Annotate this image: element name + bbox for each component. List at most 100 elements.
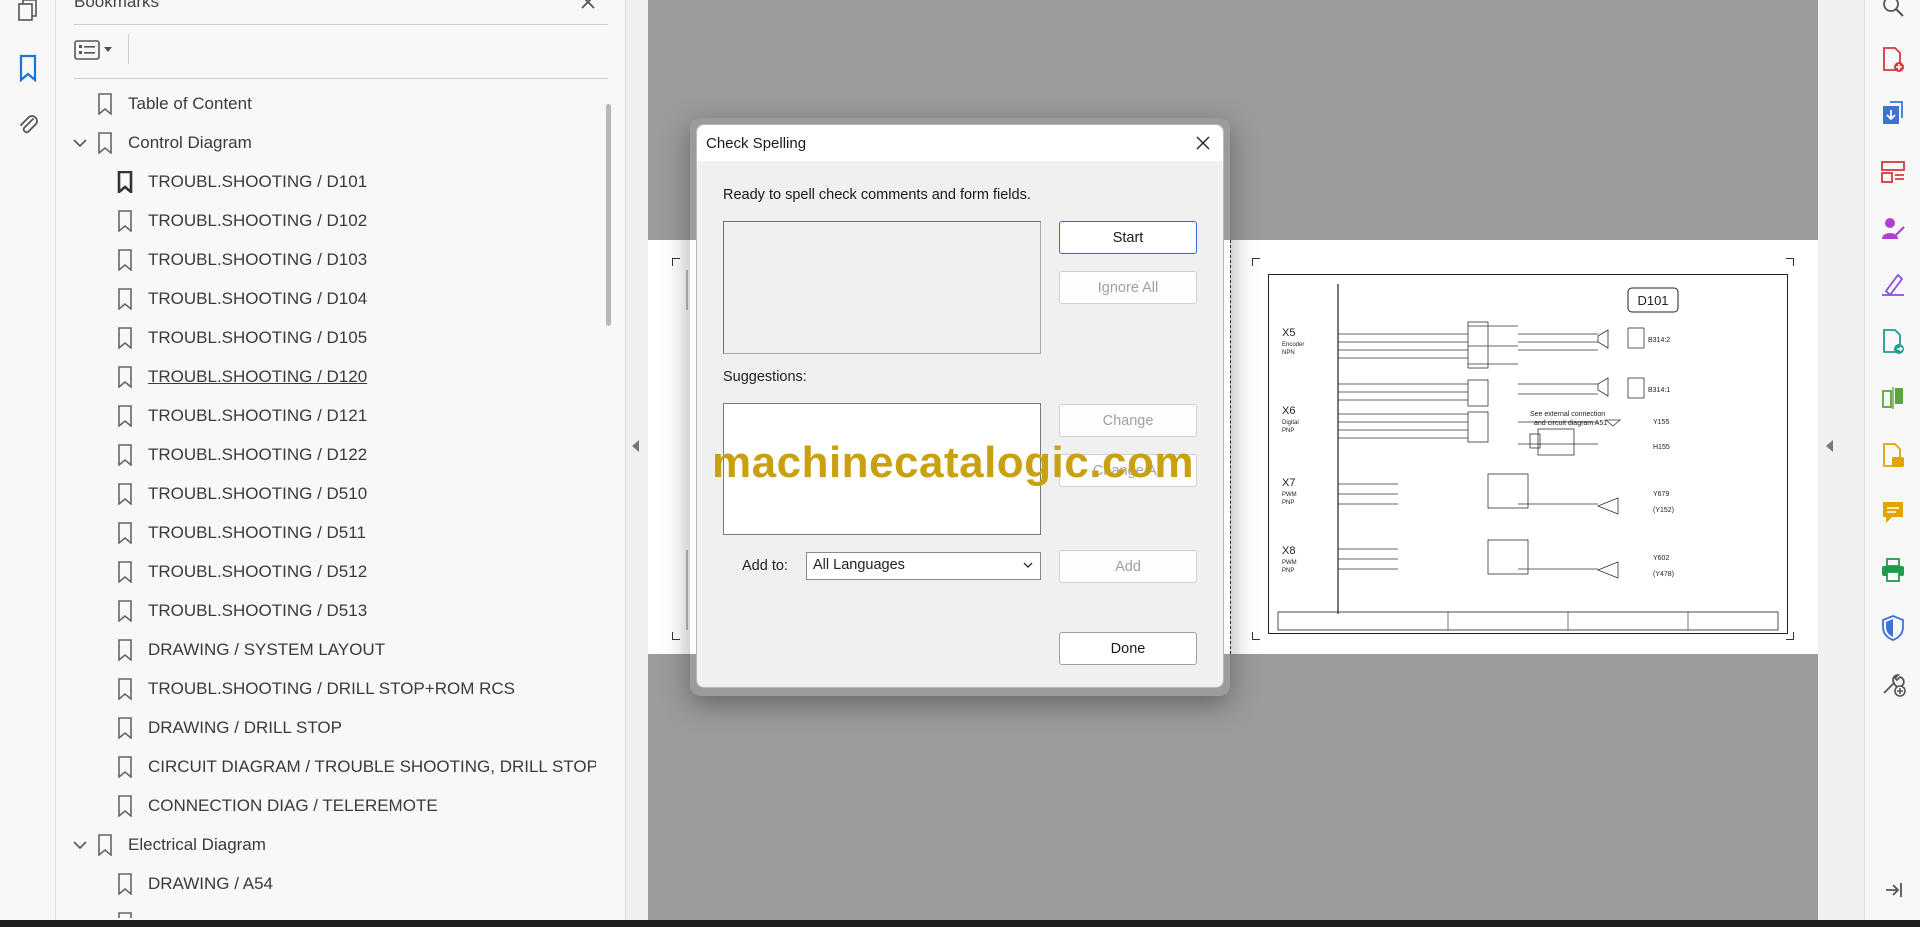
bookmark-label: DRAWING / A54 xyxy=(148,873,274,893)
bookmark-label: CIRCUIT DIAGRAM / TROUBLE SHOOTING, DRIL… xyxy=(148,756,596,776)
bookmark-icon xyxy=(116,365,134,388)
taskbar-strip xyxy=(0,920,1920,927)
language-select[interactable]: All Languages xyxy=(806,552,1041,580)
crop-mark xyxy=(672,258,680,266)
section-type: PWM xyxy=(1282,492,1297,498)
collapse-tools-icon[interactable] xyxy=(1877,874,1909,906)
collapse-left-panel-button[interactable] xyxy=(626,0,648,920)
bookmark-item[interactable]: TROUBL.SHOOTING / D512 xyxy=(116,552,367,591)
add-button[interactable]: Add xyxy=(1059,550,1197,583)
create-pdf-icon[interactable] xyxy=(1877,44,1909,76)
bookmark-item[interactable]: Table of Content xyxy=(96,84,252,123)
bookmark-item[interactable]: Control Diagram xyxy=(70,123,252,162)
bookmark-item[interactable]: TROUBL.SHOOTING / DRILL STOP+ROM RCS xyxy=(116,669,515,708)
bookmark-options-button[interactable] xyxy=(74,36,118,64)
section-type: PNP xyxy=(1282,500,1294,506)
collapse-right-panel-button[interactable] xyxy=(1818,0,1840,920)
section-id: X7 xyxy=(1282,477,1295,489)
bookmark-label: TROUBL.SHOOTING / DRILL STOP+ROM RCS xyxy=(148,678,515,698)
bookmark-item[interactable]: TROUBL.SHOOTING / D102 xyxy=(116,201,367,240)
fill-sign-icon[interactable] xyxy=(1877,268,1909,300)
bookmark-item[interactable]: CONNECTION DIAG / TELEREMOTE xyxy=(116,786,438,825)
bookmark-icon xyxy=(116,326,134,349)
diagram-note: See external connection xyxy=(1530,411,1605,418)
bookmark-item[interactable]: TROUBL.SHOOTING / D513 xyxy=(116,591,367,630)
suggestions-label: Suggestions: xyxy=(723,369,807,385)
bookmark-label: DRAWING / SYSTEM LAYOUT xyxy=(148,639,386,659)
bookmark-icon xyxy=(116,677,134,700)
add-to-label: Add to: xyxy=(742,558,788,574)
component-label: Y155 xyxy=(1653,419,1669,426)
start-button[interactable]: Start xyxy=(1059,221,1197,254)
panel-divider xyxy=(74,78,608,79)
bookmark-item[interactable]: DRAWING / DRILL STOP xyxy=(116,708,342,747)
bookmarks-scrollbar[interactable] xyxy=(606,104,611,326)
bookmark-item[interactable]: TROUBL.SHOOTING / D121 xyxy=(116,396,367,435)
protect-icon[interactable] xyxy=(1877,612,1909,644)
close-icon[interactable] xyxy=(1191,131,1215,155)
bookmark-item[interactable]: TROUBL.SHOOTING / D101 xyxy=(116,162,367,201)
dialog-message: Ready to spell check comments and form f… xyxy=(723,187,1031,203)
bookmark-item[interactable]: TROUBL.SHOOTING / D511 xyxy=(116,513,366,552)
left-navigation-rail xyxy=(0,0,56,920)
ignore-all-button[interactable]: Ignore All xyxy=(1059,271,1197,304)
organize-pages-icon[interactable] xyxy=(1877,156,1909,188)
chevron-down-icon[interactable] xyxy=(70,835,90,855)
bookmark-item[interactable]: TROUBL.SHOOTING / D120 xyxy=(116,357,367,396)
zoom-icon[interactable] xyxy=(1877,0,1909,22)
compare-files-icon[interactable] xyxy=(1877,382,1909,414)
bookmark-item[interactable]: TROUBL.SHOOTING / D104 xyxy=(116,279,367,318)
component-label: H155 xyxy=(1653,444,1670,451)
crop-mark xyxy=(1252,258,1260,266)
page-label: D101 xyxy=(1637,293,1668,308)
comment-icon[interactable] xyxy=(1877,496,1909,528)
component-label: Y602 xyxy=(1653,555,1669,562)
dialog-title: Check Spelling xyxy=(706,135,807,152)
bookmark-item[interactable]: DRAWING / A54 xyxy=(116,864,273,903)
component-label: B314:1 xyxy=(1648,387,1670,394)
chevron-down-icon[interactable] xyxy=(70,133,90,153)
bookmark-icon xyxy=(116,560,134,583)
attachments-icon[interactable] xyxy=(12,108,44,140)
panel-title: Bookmarks xyxy=(74,0,160,11)
edit-pdf-icon[interactable] xyxy=(1877,440,1909,472)
bookmark-item[interactable]: CIRCUIT DIAGRAM / TROUBLE SHOOTING, DRIL… xyxy=(116,747,596,786)
page-thumbnails-icon[interactable] xyxy=(12,0,44,26)
bookmark-item[interactable]: TROUBL.SHOOTING / D103 xyxy=(116,240,367,279)
word-context-box[interactable] xyxy=(723,221,1041,354)
bookmark-icon xyxy=(116,521,134,544)
more-tools-icon[interactable] xyxy=(1877,668,1909,700)
section-type: PWM xyxy=(1282,560,1297,566)
print-production-icon[interactable] xyxy=(1877,554,1909,586)
bookmark-label: TROUBL.SHOOTING / D103 xyxy=(148,249,368,269)
done-button[interactable]: Done xyxy=(1059,632,1197,665)
bookmark-item[interactable]: Electrical Diagram xyxy=(70,825,266,864)
bookmark-label: TROUBL.SHOOTING / D101 xyxy=(148,171,368,191)
bookmark-icon xyxy=(116,248,134,271)
bookmark-item[interactable] xyxy=(116,903,148,918)
bookmark-label: Table of Content xyxy=(128,93,252,113)
close-panel-icon[interactable] xyxy=(576,0,600,14)
bookmark-icon xyxy=(116,872,134,895)
bookmark-item[interactable]: TROUBL.SHOOTING / D105 xyxy=(116,318,367,357)
export-pdf-icon[interactable] xyxy=(1877,98,1909,130)
bookmark-icon xyxy=(116,287,134,310)
bookmarks-panel: Bookmarks Table of Content Control Diagr… xyxy=(56,0,626,920)
bookmark-item[interactable]: TROUBL.SHOOTING / D122 xyxy=(116,435,367,474)
section-type: NPN xyxy=(1282,350,1295,356)
component-label: (Y152) xyxy=(1653,507,1674,514)
bookmark-icon xyxy=(116,716,134,739)
bookmark-item[interactable]: DRAWING / SYSTEM LAYOUT xyxy=(116,630,385,669)
acrobat-window: Bookmarks Table of Content Control Diagr… xyxy=(0,0,1920,927)
bookmark-label: TROUBL.SHOOTING / D102 xyxy=(148,210,368,230)
request-signature-icon[interactable] xyxy=(1877,212,1909,244)
chevron-down-icon xyxy=(1022,559,1034,575)
collapse-arrow-icon xyxy=(632,440,639,452)
bookmark-label: TROUBL.SHOOTING / D104 xyxy=(148,288,368,308)
bookmarks-icon[interactable] xyxy=(12,52,44,84)
send-for-review-icon[interactable] xyxy=(1877,326,1909,358)
dialog-titlebar[interactable]: Check Spelling xyxy=(697,125,1223,161)
bookmark-icon xyxy=(116,443,134,466)
bookmark-item[interactable]: TROUBL.SHOOTING / D510 xyxy=(116,474,367,513)
change-button[interactable]: Change xyxy=(1059,404,1197,437)
